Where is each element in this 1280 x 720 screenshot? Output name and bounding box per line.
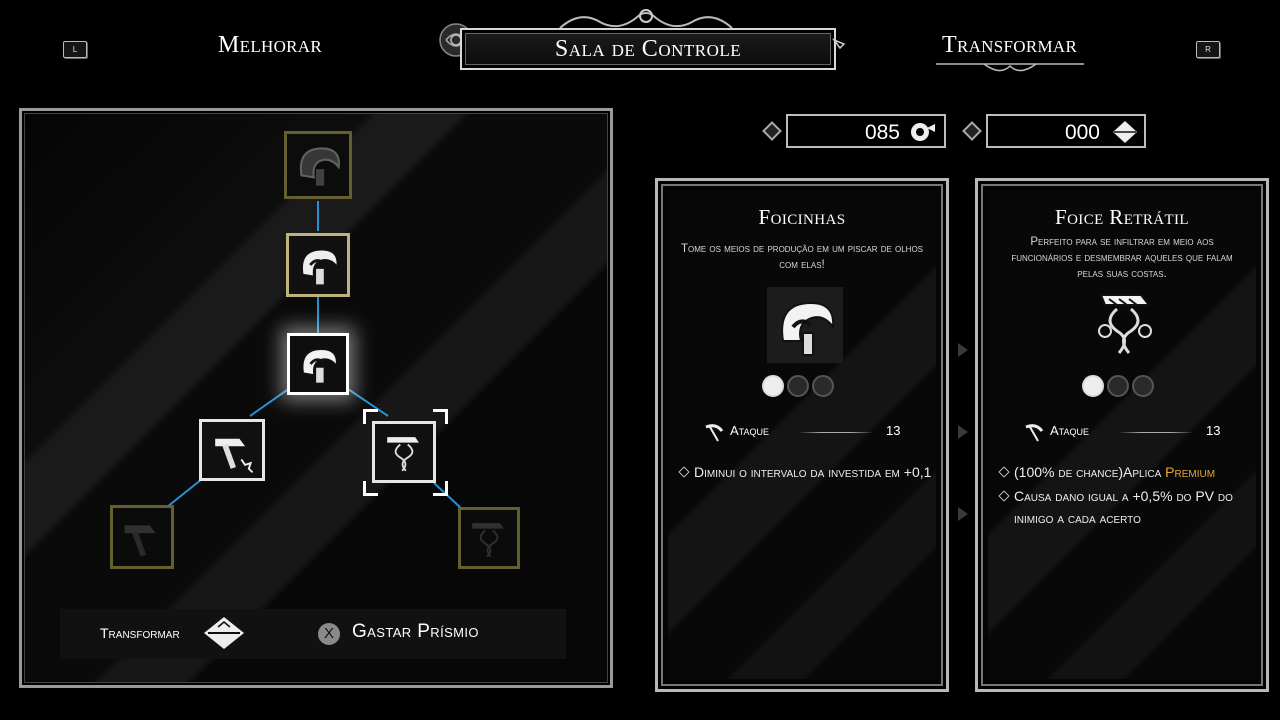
selection-cursor-tl [363,409,378,424]
skill-node-bottom-left[interactable] [110,505,174,569]
upgrade-slot [812,375,834,397]
compare-arrow-icon [958,425,968,439]
card-right-title: Foice Retrátil [1054,205,1189,229]
hammer-skill-icon [215,438,254,474]
card-foicinhas: Foicinhas Tome os meios de produção em u… [655,178,949,692]
tree-footer: Transformar X Gastar Prísmio [60,609,566,659]
spend-prism-label[interactable]: Gastar Prísmio [352,621,479,643]
prism-icon [1113,121,1137,143]
l-shoulder-key[interactable]: L [63,41,87,58]
sickle-skill-icon [301,248,339,285]
retractable-scythe-icon [472,523,504,558]
sickle-skill-icon [301,348,338,383]
bell-horn-icon [911,123,935,141]
card-left-title: Foicinhas [758,205,846,229]
card-left-stat-label: Ataque [730,423,770,438]
sickle-skill-icon [767,287,843,363]
card-left-attack-row: Ataque 13 [702,421,912,443]
card-left-bullet-text: Diminui o intervalo da investida em +0,1 [694,464,932,480]
card-right-bullet-1: (100% de chance)Aplica Premium [998,461,1252,483]
retractable-scythe-icon [387,437,419,472]
card-right-bullet-1-text: (100% de chance)Aplica [1014,464,1166,480]
compare-arrow-icon [958,507,968,521]
skill-tree-panel: Transformar X Gastar Prísmio [19,108,613,688]
currency-b-box: 000 [986,114,1146,148]
currency-b-diamond-icon [962,121,982,141]
active-tab-underline-icon [936,63,1084,72]
upgrade-slot [762,375,784,397]
card-right-attack-row: Ataque 13 [1022,421,1232,443]
prism-icon [204,617,244,649]
selection-cursor-tr [433,409,448,424]
currency-a-box: 085 [786,114,946,148]
card-right-bullet-2: Causa dano igual a +0,5% do PV do inimig… [998,485,1252,529]
retractable-scythe-icon [1098,294,1152,354]
card-left-description: Tome os meios de produção em um piscar d… [680,243,924,271]
currency-a-diamond-icon [762,121,782,141]
skill-node-top[interactable] [284,131,352,199]
card-right-stat-label: Ataque [1050,423,1090,438]
title-banner: Sala de Controle [460,28,836,70]
r-shoulder-key[interactable]: R [1196,41,1220,58]
skill-node-2[interactable] [286,233,350,297]
stat-divider [1118,432,1194,433]
page-title: Sala de Controle [554,36,742,62]
skill-node-right[interactable] [372,421,436,483]
card-left-bullet: Diminui o intervalo da investida em +0,1 [678,461,932,483]
selection-cursor-br [433,481,448,496]
x-button-icon[interactable]: X [318,623,340,645]
premium-effect-label: Premium [1165,464,1216,480]
upgrade-slot [1132,375,1154,397]
tab-melhorar[interactable]: Melhorar [218,32,322,59]
card-right-description: Perfeito para se infiltrar em meio aos f… [1011,236,1233,280]
footer-transform-label: Transformar [100,625,180,641]
upgrade-slot [787,375,809,397]
card-left-slots [762,375,834,397]
compare-arrow-icon [958,343,968,357]
card-left-stat-value: 13 [886,423,901,438]
card-foice-retratil: Foice Retrátil Perfeito para se infiltra… [975,178,1269,692]
currency-b-value: 000 [1064,121,1100,144]
stat-divider [798,432,874,433]
sickle-stat-icon [1025,424,1044,442]
tab-transformar[interactable]: Transformar [942,32,1077,59]
sickle-skill-icon [299,147,340,186]
currency-a-value: 085 [864,121,900,144]
sickle-stat-icon [705,424,724,442]
selection-cursor-bl [363,481,378,496]
skill-node-bottom-right[interactable] [458,507,520,569]
card-right-bullet-2-text: Causa dano igual a +0,5% do PV do inimig… [1014,488,1233,526]
upgrade-slot [1107,375,1129,397]
hammer-skill-icon [124,525,156,557]
upgrade-slot [1082,375,1104,397]
skill-node-selected[interactable] [287,333,349,395]
skill-node-left[interactable] [199,419,265,481]
banner-pin-icon [831,38,846,50]
card-right-stat-value: 13 [1206,423,1221,438]
card-right-slots [1082,375,1154,397]
